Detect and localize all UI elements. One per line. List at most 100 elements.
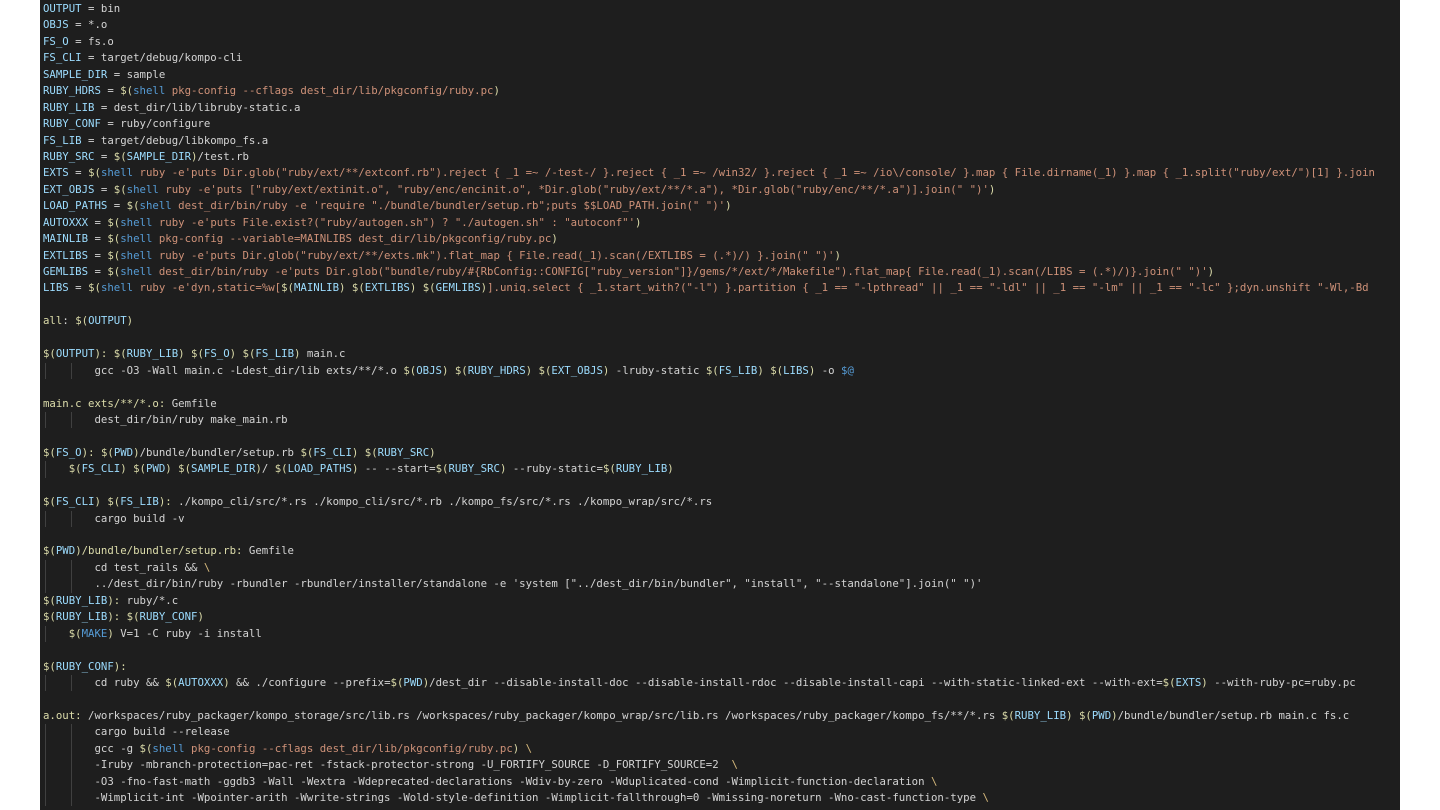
code-line[interactable]: $(PWD)/bundle/bundler/setup.rb: Gemfile	[40, 543, 1400, 559]
code-token: /workspaces/ruby_packager/kompo_storage/…	[81, 708, 1002, 722]
code-line[interactable]: FS_CLI = target/debug/kompo-cli	[40, 50, 1400, 66]
code-token: shell	[133, 84, 166, 98]
code-token: main.c exts/**/*.o:	[43, 396, 166, 410]
code-line[interactable]: gcc -g $(shell pkg-config --cflags dest_…	[40, 740, 1400, 758]
code-token: RUBY_LIB	[43, 100, 95, 114]
code-line[interactable]: cargo build --release	[40, 724, 1400, 742]
code-token: RUBY_LIB	[1014, 708, 1067, 722]
code-line[interactable]: $(RUBY_LIB): ruby/*.c	[40, 593, 1400, 609]
code-line[interactable]	[40, 642, 1400, 658]
code-line[interactable]: cd test_rails && \	[40, 559, 1400, 577]
code-token: EXT_OBJS	[43, 182, 95, 196]
code-line[interactable]: OUTPUT = bin	[40, 1, 1400, 17]
code-token: $(	[602, 462, 616, 476]
code-token: --with-ruby-pc=ruby.pc	[1207, 675, 1356, 689]
code-line[interactable]	[40, 330, 1400, 346]
code-line[interactable]: all: $(OUTPUT)	[40, 313, 1400, 329]
code-token: ./kompo_cli/src/*.rs ./kompo_cli/src/*.r…	[171, 495, 713, 509]
code-token: --ruby-static=	[506, 462, 603, 476]
code-line[interactable]: LIBS = $(shell ruby -e'dyn,static=%w[$(M…	[40, 280, 1400, 296]
code-line[interactable]: $(RUBY_LIB): $(RUBY_CONF)	[40, 609, 1400, 625]
code-editor[interactable]: OUTPUT = bin OBJS = *.o FS_O = fs.o FS_CLI …	[40, 0, 1400, 810]
code-line[interactable]: EXT_OBJS = $(shell ruby -e'puts ["ruby/e…	[40, 182, 1400, 198]
code-line[interactable]: LOAD_PATHS = $(shell dest_dir/bin/ruby -…	[40, 198, 1400, 214]
code-token: $(	[113, 347, 127, 361]
code-line[interactable]: -Iruby -mbranch-protection=pac-ret -fsta…	[40, 757, 1400, 775]
code-token: RUBY_HDRS	[43, 84, 101, 98]
code-token: LIBS	[43, 281, 69, 295]
code-token: FS_O	[203, 347, 230, 361]
code-token: $(	[43, 445, 56, 459]
code-token: $(	[770, 363, 784, 377]
code-line[interactable]: ../dest_dir/bin/ruby -rbundler -rbundler…	[40, 576, 1400, 594]
code-line[interactable]: RUBY_HDRS = $(shell pkg-config --cflags …	[40, 83, 1400, 99]
code-line[interactable]: EXTS = $(shell ruby -e'puts Dir.glob("ru…	[40, 165, 1400, 181]
code-token: $(	[1001, 708, 1015, 722]
code-token: OUTPUT	[55, 347, 95, 361]
code-line[interactable]	[40, 428, 1400, 444]
code-token: =	[68, 281, 89, 295]
code-line[interactable]: FS_O = fs.o	[40, 34, 1400, 50]
code-line[interactable]: RUBY_LIB = dest_dir/lib/libruby-static.a	[40, 100, 1400, 116]
code-token: pkg-config --cflags dest_dir/lib/pkgconf…	[184, 741, 513, 755]
code-line[interactable]: $(FS_CLI) $(FS_LIB): ./kompo_cli/src/*.r…	[40, 494, 1400, 510]
code-line[interactable]	[40, 297, 1400, 313]
code-line[interactable]: RUBY_SRC = $(SAMPLE_DIR)/test.rb	[40, 149, 1400, 165]
code-line[interactable]: $(RUBY_CONF):	[40, 659, 1400, 675]
code-line[interactable]: $(FS_O): $(PWD)/bundle/bundler/setup.rb …	[40, 445, 1400, 461]
code-line[interactable]: $(OUTPUT): $(RUBY_LIB) $(FS_O) $(FS_LIB)…	[40, 346, 1400, 362]
code-token: OUTPUT	[88, 314, 127, 328]
code-line[interactable]: $(MAKE) V=1 -C ruby -i install	[40, 625, 1400, 643]
code-line[interactable]	[40, 527, 1400, 543]
indent-guide	[43, 510, 69, 528]
code-token: /dest_dir --disable-install-doc --disabl…	[429, 675, 1163, 689]
code-line[interactable]: $(FS_CLI) $(PWD) $(SAMPLE_DIR)/ $(LOAD_P…	[40, 461, 1400, 479]
code-token: SAMPLE_DIR	[43, 67, 108, 81]
code-line[interactable]: AUTOXXX = $(shell ruby -e'puts File.exis…	[40, 215, 1400, 231]
code-token: OBJS	[43, 18, 69, 32]
code-token: LOAD_PATHS	[287, 462, 352, 476]
code-line[interactable]: a.out: /workspaces/ruby_packager/kompo_s…	[40, 708, 1400, 724]
code-token: shell	[120, 215, 153, 229]
code-line[interactable]	[40, 478, 1400, 494]
code-token: =	[88, 248, 108, 262]
code-token: shell	[126, 182, 159, 196]
code-token: $(	[43, 593, 56, 607]
code-line[interactable]: EXTLIBS = $(shell ruby -e'puts Dir.glob(…	[40, 248, 1400, 264]
code-token: $(	[300, 445, 314, 459]
code-token: $(	[422, 281, 436, 295]
indent-guide	[43, 740, 69, 758]
code-token: ruby -e'puts Dir.glob("ruby/ext/**/extco…	[133, 166, 1375, 180]
code-line[interactable]: -O3 -fno-fast-math -ggdb3 -Wall -Wextra …	[40, 773, 1400, 791]
code-token: )	[429, 445, 436, 459]
code-line[interactable]: cargo build -v	[40, 510, 1400, 528]
code-line[interactable]: GEMLIBS = $(shell dest_dir/bin/ruby -e'p…	[40, 264, 1400, 280]
code-line[interactable]: cd ruby && $(AUTOXXX) && ./configure --p…	[40, 674, 1400, 692]
code-token: )	[834, 248, 841, 262]
code-line[interactable]: main.c exts/**/*.o: Gemfile	[40, 396, 1400, 412]
code-line[interactable]: FS_LIB = target/debug/libkompo_fs.a	[40, 133, 1400, 149]
code-line[interactable]	[40, 691, 1400, 707]
code-token: $(	[165, 675, 179, 689]
code-line[interactable]: -Wimplicit-int -Wpointer-arith -Wwrite-s…	[40, 790, 1400, 807]
indent-guide	[43, 674, 69, 692]
code-token: )	[635, 215, 642, 229]
code-token: = fs.o	[68, 34, 114, 48]
code-token: dest_dir/bin/ruby make_main.rb	[94, 412, 288, 426]
code-line[interactable]: RUBY_CONF = ruby/configure	[40, 116, 1400, 132]
code-token: $(	[113, 149, 127, 163]
code-line[interactable]: OBJS = *.o	[40, 17, 1400, 33]
code-line[interactable]: gcc -O3 -Wall main.c -Ldest_dir/lib exts…	[40, 362, 1400, 380]
code-line[interactable]	[40, 379, 1400, 395]
code-token: ../dest_dir/bin/ruby -rbundler -rbundler…	[94, 577, 983, 591]
code-token: -o	[815, 363, 842, 377]
code-token: MAINLIB	[43, 232, 89, 246]
code-token: :	[120, 659, 127, 673]
code-token: $(	[390, 675, 404, 689]
code-line[interactable]: dest_dir/bin/ruby make_main.rb	[40, 411, 1400, 429]
code-token: GEMLIBS	[43, 265, 89, 278]
code-token: $(	[281, 281, 294, 295]
code-line[interactable]: MAINLIB = $(shell pkg-config --variable=…	[40, 231, 1400, 247]
code-token: EXTLIBS	[43, 248, 89, 262]
code-line[interactable]: SAMPLE_DIR = sample	[40, 67, 1400, 83]
